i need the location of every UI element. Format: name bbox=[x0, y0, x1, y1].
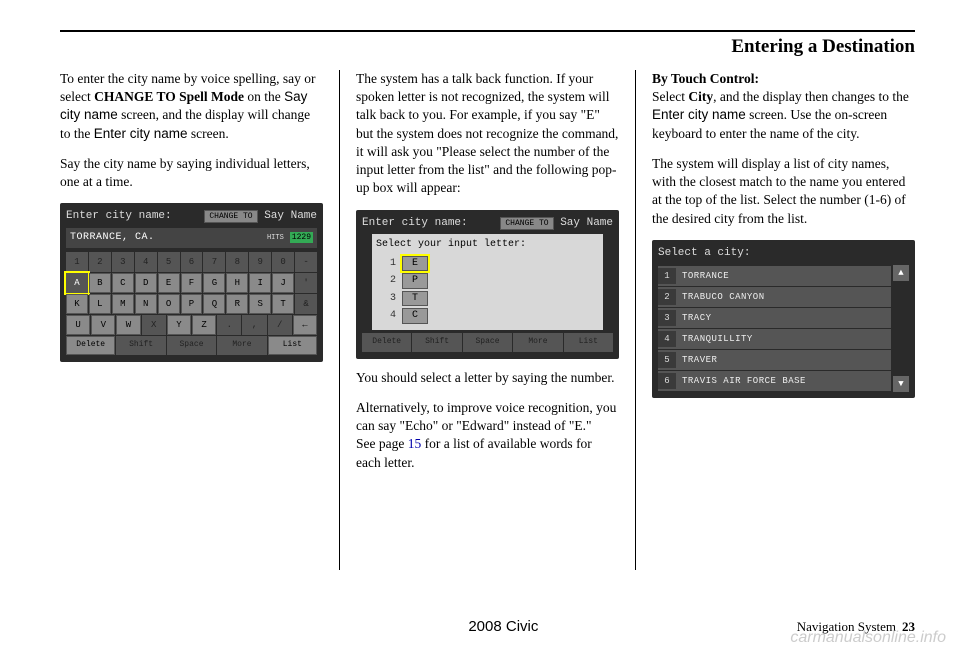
screenshot-select-city-list: Select a city: 1TORRANCE 2TRABUCO CANYON… bbox=[652, 240, 915, 399]
popup-title: Select your input letter: bbox=[376, 238, 599, 252]
hits-count: 1229 bbox=[290, 232, 313, 243]
key-l: L bbox=[89, 294, 111, 314]
key-t: T bbox=[272, 294, 294, 314]
city-row-5: 5TRAVER bbox=[658, 350, 891, 370]
screenshot-enter-city-keyboard: Enter city name: CHANGE TO Say Name TORR… bbox=[60, 203, 323, 362]
key-7: 7 bbox=[203, 252, 225, 272]
key-o: O bbox=[158, 294, 180, 314]
column-3: By Touch Control: Select City, and the d… bbox=[640, 70, 915, 570]
column-1: To enter the city name by voice spelling… bbox=[60, 70, 335, 570]
key-a: A bbox=[66, 273, 88, 293]
key-x: X bbox=[142, 315, 166, 335]
space-button: Space bbox=[167, 336, 216, 355]
key-c: C bbox=[112, 273, 134, 293]
key-0: 0 bbox=[272, 252, 294, 272]
column-divider-2 bbox=[635, 70, 636, 570]
change-to-button-2: CHANGE TO bbox=[500, 217, 553, 230]
city-row-3: 3TRACY bbox=[658, 308, 891, 328]
key-h: H bbox=[226, 273, 248, 293]
city-input-value: TORRANCE, CA. bbox=[70, 231, 155, 245]
city-row-2: 2TRABUCO CANYON bbox=[658, 287, 891, 307]
key-9: 9 bbox=[249, 252, 271, 272]
column-2: The system has a talk back function. If … bbox=[344, 70, 631, 570]
city-row-6: 6TRAVIS AIR FORCE BASE bbox=[658, 371, 891, 391]
popup-option-4: C bbox=[402, 308, 428, 324]
col1-para1: To enter the city name by voice spelling… bbox=[60, 70, 323, 143]
key-r: R bbox=[226, 294, 248, 314]
key-amp: & bbox=[295, 294, 317, 314]
key-n: N bbox=[135, 294, 157, 314]
ss3-title: Select a city: bbox=[658, 246, 750, 261]
col3-para1: By Touch Control: Select City, and the d… bbox=[652, 70, 915, 143]
space-button-2: Space bbox=[463, 333, 512, 352]
city-row-1: 1TORRANCE bbox=[658, 266, 891, 286]
key-dash: - bbox=[295, 252, 317, 272]
key-i: I bbox=[249, 273, 271, 293]
key-z: Z bbox=[192, 315, 216, 335]
key-k: K bbox=[66, 294, 88, 314]
key-dot: . bbox=[217, 315, 241, 335]
list-button: List bbox=[268, 336, 317, 355]
page-link-15[interactable]: 15 bbox=[408, 436, 422, 451]
model-year: 2008 Civic bbox=[210, 618, 797, 635]
key-apos: ' bbox=[295, 273, 317, 293]
popup-option-1: E bbox=[402, 256, 428, 272]
key-3: 3 bbox=[112, 252, 134, 272]
say-name-label: Say Name bbox=[264, 210, 317, 222]
key-b: B bbox=[89, 273, 111, 293]
city-row-4: 4TRANQUILLITY bbox=[658, 329, 891, 349]
scroll-up-icon: ▲ bbox=[893, 265, 909, 281]
key-8: 8 bbox=[226, 252, 248, 272]
key-j: J bbox=[272, 273, 294, 293]
col3-para2: The system will display a list of city n… bbox=[652, 155, 915, 228]
key-q: Q bbox=[203, 294, 225, 314]
scroll-down-icon: ▼ bbox=[893, 376, 909, 392]
say-name-label-2: Say Name bbox=[560, 217, 613, 229]
key-f: F bbox=[181, 273, 203, 293]
shift-button: Shift bbox=[116, 336, 165, 355]
more-button-2: More bbox=[513, 333, 562, 352]
key-s: S bbox=[249, 294, 271, 314]
key-u: U bbox=[66, 315, 90, 335]
key-5: 5 bbox=[158, 252, 180, 272]
popup-option-3: T bbox=[402, 291, 428, 307]
ss1-title: Enter city name: bbox=[66, 209, 172, 224]
col2-para2: You should select a letter by saying the… bbox=[356, 369, 619, 387]
page-header: Entering a Destination bbox=[60, 36, 915, 58]
watermark: carmanualsonline.info bbox=[790, 629, 946, 647]
delete-button: Delete bbox=[66, 336, 115, 355]
delete-button-2: Delete bbox=[362, 333, 411, 352]
more-button: More bbox=[217, 336, 266, 355]
list-button-2: List bbox=[564, 333, 613, 352]
key-p: P bbox=[181, 294, 203, 314]
key-d: D bbox=[135, 273, 157, 293]
key-6: 6 bbox=[181, 252, 203, 272]
key-back: ← bbox=[293, 315, 317, 335]
ss2-title: Enter city name: bbox=[362, 216, 468, 231]
key-4: 4 bbox=[135, 252, 157, 272]
col2-para1: The system has a talk back function. If … bbox=[356, 70, 619, 198]
key-g: G bbox=[203, 273, 225, 293]
letter-popup: Select your input letter: 1E 2P 3T 4C bbox=[372, 234, 603, 330]
key-comma: , bbox=[242, 315, 266, 335]
key-m: M bbox=[112, 294, 134, 314]
column-divider-1 bbox=[339, 70, 340, 570]
col1-para2: Say the city name by saying individual l… bbox=[60, 155, 323, 191]
popup-option-2: P bbox=[402, 273, 428, 289]
key-2: 2 bbox=[89, 252, 111, 272]
change-to-button: CHANGE TO bbox=[204, 210, 257, 223]
key-w: W bbox=[116, 315, 140, 335]
key-slash: / bbox=[268, 315, 292, 335]
shift-button-2: Shift bbox=[412, 333, 461, 352]
key-y: Y bbox=[167, 315, 191, 335]
col2-para3: Alternatively, to improve voice recognit… bbox=[356, 399, 619, 472]
key-1: 1 bbox=[66, 252, 88, 272]
key-v: V bbox=[91, 315, 115, 335]
screenshot-select-input-letter: Enter city name: CHANGE TO Say Name Sele… bbox=[356, 210, 619, 359]
key-e: E bbox=[158, 273, 180, 293]
